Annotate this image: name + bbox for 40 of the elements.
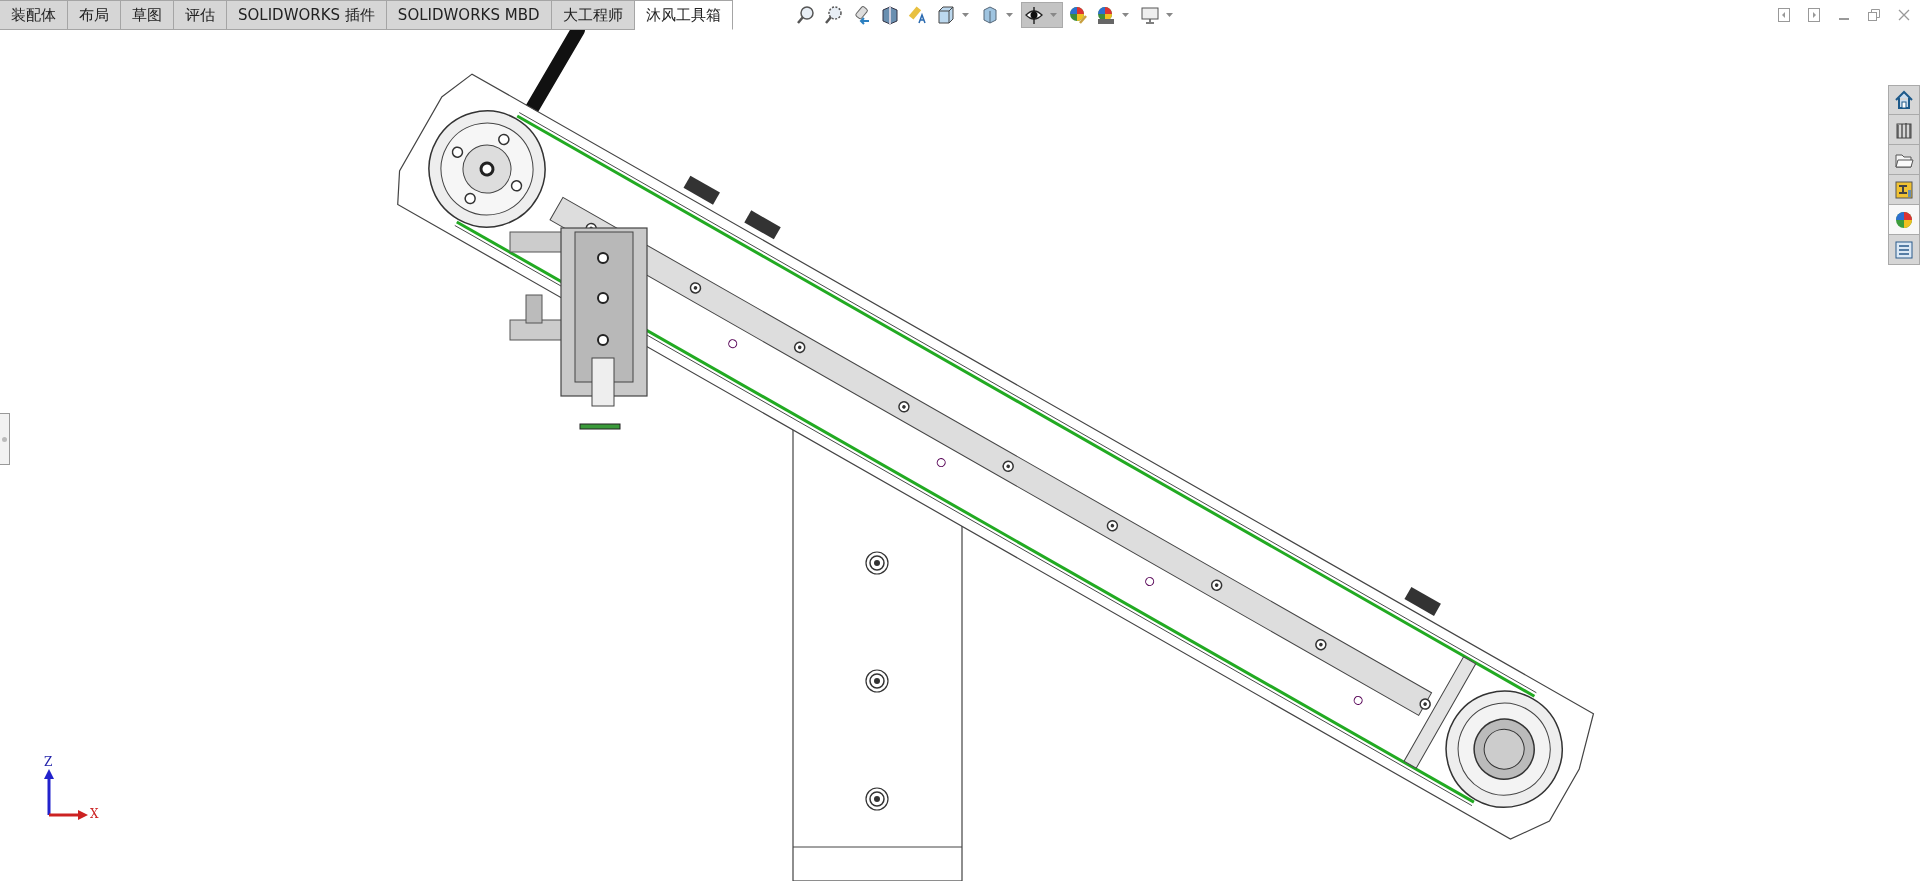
ribbon-tab[interactable]: SOLIDWORKS MBD <box>386 0 552 30</box>
ribbon-tab[interactable]: 大工程师 <box>551 0 635 30</box>
task-pane-tab[interactable] <box>1888 205 1920 235</box>
palette-icon <box>1894 179 1914 200</box>
restore-icon[interactable] <box>1868 9 1880 21</box>
ribbon-tab[interactable]: 评估 <box>174 0 227 30</box>
ribbon-tab[interactable]: 装配体 <box>0 0 68 30</box>
caret-icon <box>1165 12 1173 18</box>
list-icon <box>1894 239 1914 260</box>
close-icon[interactable] <box>1898 9 1910 21</box>
zoom-fit-icon <box>795 5 816 25</box>
monitor-icon <box>1139 5 1160 25</box>
ribbon-tab[interactable]: SOLIDWORKS 插件 <box>227 0 387 30</box>
zoom-area-icon <box>823 5 844 25</box>
ribbon-tab[interactable]: 沐风工具箱 <box>634 0 733 30</box>
annotation-icon <box>907 5 928 25</box>
cube-icon <box>935 5 956 25</box>
view-tool-button[interactable] <box>1020 2 1063 28</box>
task-pane-tab[interactable] <box>1888 175 1920 205</box>
z-axis-label: Z <box>44 755 53 769</box>
caret-icon <box>961 12 969 18</box>
eye-icon <box>1023 5 1044 25</box>
section-view-icon <box>879 5 900 25</box>
task-pane-tab[interactable] <box>1888 115 1920 145</box>
color-ball-icon <box>1067 5 1088 25</box>
task-pane-tab[interactable] <box>1888 235 1920 265</box>
pane-right-icon[interactable] <box>1808 8 1820 22</box>
ribbon-tab[interactable]: 布局 <box>68 0 121 30</box>
x-axis-label: X <box>90 807 99 821</box>
task-pane-tab[interactable] <box>1888 85 1920 115</box>
caret-icon <box>1005 12 1013 18</box>
collapse-handle[interactable] <box>0 413 10 465</box>
color-ball-icon <box>1894 209 1914 230</box>
pane-left-icon[interactable] <box>1778 8 1790 22</box>
home-icon <box>1894 90 1914 110</box>
ribbon-tab[interactable]: 草图 <box>121 0 174 30</box>
scene-icon <box>1095 5 1116 25</box>
task-pane-tab[interactable] <box>1888 145 1920 175</box>
caret-icon <box>1121 12 1129 18</box>
caret-icon <box>1049 12 1057 18</box>
